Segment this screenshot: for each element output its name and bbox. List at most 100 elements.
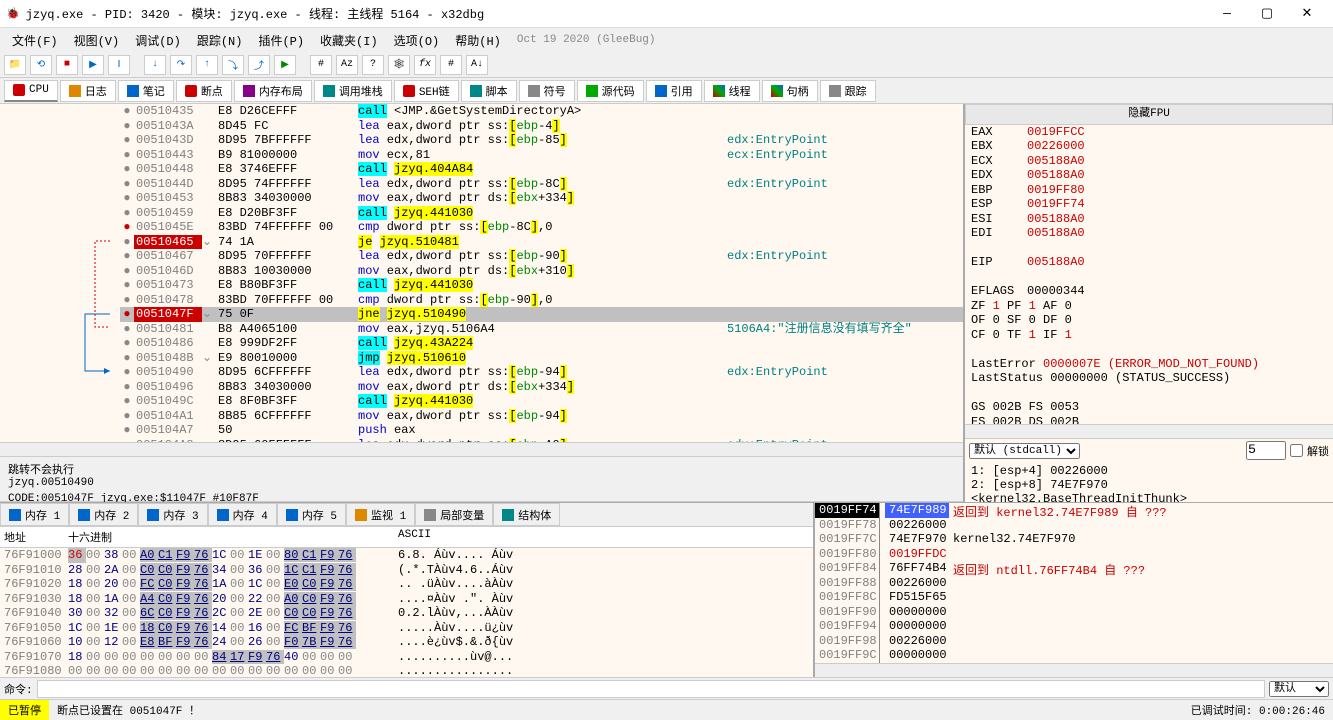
reg-ESI[interactable]: ESI005188A0	[965, 212, 1333, 227]
stack-row[interactable]: 0019FF800019FFDC	[815, 547, 1333, 562]
breakpoint-dot[interactable]: ●	[120, 293, 134, 308]
trace-over-button[interactable]: ⤴	[248, 55, 270, 75]
disasm-row[interactable]: ●0051048B⌄E9 80010000jmp jzyq.510610	[120, 351, 963, 366]
step-into-button[interactable]: ↓	[144, 55, 166, 75]
tab-笔记[interactable]: 笔记	[118, 80, 174, 102]
menu-view[interactable]: 视图(V)	[66, 30, 128, 51]
breakpoint-dot[interactable]: ●	[120, 380, 134, 395]
disasm-row[interactable]: ●00510448E8 3746EFFFcall jzyq.404A84	[120, 162, 963, 177]
dump-row[interactable]: 76F910501C001E0018C0F97614001600FCBFF976…	[0, 621, 813, 636]
menu-favorites[interactable]: 收藏夹(I)	[312, 30, 386, 51]
close-button[interactable]: ✕	[1287, 6, 1327, 21]
dump-list[interactable]: 76F9100036003800A0C1F9761C001E0080C1F976…	[0, 548, 813, 677]
stack-row[interactable]: 0019FF7474E7F989返回到 kernel32.74E7F989 自 …	[815, 503, 1333, 518]
command-input[interactable]	[37, 680, 1265, 698]
stack-scrollbar[interactable]	[815, 663, 1333, 677]
breakpoint-dot[interactable]: ●	[120, 148, 134, 163]
tool-az[interactable]: Az	[336, 55, 358, 75]
registers-panel[interactable]: 隐藏FPU EAX0019FFCCEBX00226000ECX005188A0 …	[965, 104, 1333, 424]
tab-断点[interactable]: 断点	[176, 80, 232, 102]
tab-脚本[interactable]: 脚本	[461, 80, 517, 102]
regs-header[interactable]: 隐藏FPU	[965, 104, 1333, 125]
dump-row[interactable]: 76F9103018001A00A4C0F97620002200A0C0F976…	[0, 592, 813, 607]
run-to-user-button[interactable]: ▶	[274, 55, 296, 75]
reg-EAX[interactable]: EAX0019FFCC	[965, 125, 1333, 140]
disasm-row[interactable]: ●0051047F⌄75 0Fjne jzyq.510490	[120, 307, 963, 322]
stack-args-list[interactable]: 1: [esp+4] 002260002: [esp+8] 74E7F970 <…	[965, 462, 1333, 502]
stack-row[interactable]: 0019FF9C00000000	[815, 648, 1333, 663]
pause-button[interactable]: ‖	[108, 55, 130, 75]
reg-EDI[interactable]: EDI005188A0	[965, 226, 1333, 241]
disasm-panel[interactable]: ●00510435E8 D26CEFFFcall <JMP.&GetSystem…	[0, 104, 963, 442]
dump-row[interactable]: 76F9108000000000000000000000000000000000…	[0, 664, 813, 677]
breakpoint-dot[interactable]: ●	[120, 278, 134, 293]
menu-file[interactable]: 文件(F)	[4, 30, 66, 51]
breakpoint-dot[interactable]: ●	[120, 394, 134, 409]
stack-arg[interactable]: 2: [esp+8] 74E7F970 <kernel32.BaseThread…	[971, 478, 1327, 502]
stack-row[interactable]: 0019FF9000000000	[815, 605, 1333, 620]
disasm-row[interactable]: ●0051044D8D95 74FFFFFFlea edx,dword ptr …	[120, 177, 963, 192]
breakpoint-dot[interactable]: ●	[120, 191, 134, 206]
breakpoint-dot[interactable]: ●	[120, 249, 134, 264]
disasm-row[interactable]: ●0051046D8B83 10030000mov eax,dword ptr …	[120, 264, 963, 279]
tab-线程[interactable]: 线程	[704, 80, 760, 102]
trace-into-button[interactable]: ⤵	[222, 55, 244, 75]
disasm-row[interactable]: ●005104A750push eax	[120, 423, 963, 438]
tab-源代码[interactable]: 源代码	[577, 80, 644, 102]
dump-tab-4[interactable]: 内存 5	[277, 503, 346, 526]
breakpoint-dot[interactable]: ●	[120, 409, 134, 424]
breakpoint-dot[interactable]: ●	[120, 307, 134, 322]
tool-fx[interactable]: fx	[414, 55, 436, 75]
minimize-button[interactable]: —	[1207, 6, 1247, 21]
breakpoint-dot[interactable]: ●	[120, 162, 134, 177]
breakpoint-dot[interactable]: ●	[120, 206, 134, 221]
maximize-button[interactable]: ▢	[1247, 6, 1287, 21]
dump-tab-6[interactable]: 局部变量	[415, 503, 493, 526]
disasm-row[interactable]: ●0051049CE8 8F0BF3FFcall jzyq.441030	[120, 394, 963, 409]
dump-row[interactable]: 76F91040300032006CC0F9762C002E00C0C0F976…	[0, 606, 813, 621]
menu-options[interactable]: 选项(O)	[386, 30, 448, 51]
breakpoint-dot[interactable]: ●	[120, 365, 134, 380]
tab-符号[interactable]: 符号	[519, 80, 575, 102]
dump-tab-5[interactable]: 监视 1	[346, 503, 415, 526]
run-button[interactable]: ▶	[82, 55, 104, 75]
dump-row[interactable]: 76F9107018000000000000008417F97640000000…	[0, 650, 813, 665]
dump-tab-3[interactable]: 内存 4	[208, 503, 277, 526]
reg-ECX[interactable]: ECX005188A0	[965, 154, 1333, 169]
tab-SEH链[interactable]: SEH链	[394, 80, 459, 102]
menu-plugins[interactable]: 插件(P)	[250, 30, 312, 51]
disasm-row[interactable]: ●0051043D8D95 7BFFFFFFlea edx,dword ptr …	[120, 133, 963, 148]
calling-convention-select[interactable]: 默认 (stdcall)	[969, 443, 1080, 459]
reg-EBP[interactable]: EBP0019FF80	[965, 183, 1333, 198]
breakpoint-dot[interactable]: ●	[120, 264, 134, 279]
dump-row[interactable]: 76F9100036003800A0C1F9761C001E0080C1F976…	[0, 548, 813, 563]
stop-button[interactable]: ■	[56, 55, 78, 75]
tool-hash[interactable]: #	[310, 55, 332, 75]
disasm-row[interactable]: ●00510486E8 999DF2FFcall jzyq.43A224	[120, 336, 963, 351]
dump-tab-7[interactable]: 结构体	[493, 503, 560, 526]
tab-句柄[interactable]: 句柄	[762, 80, 818, 102]
stack-row[interactable]: 0019FF9400000000	[815, 619, 1333, 634]
dump-row[interactable]: 76F9101028002A00C0C0F976340036001CC1F976…	[0, 563, 813, 578]
stack-row[interactable]: 0019FF9800226000	[815, 634, 1333, 649]
open-button[interactable]: 📁	[4, 55, 26, 75]
disasm-row[interactable]: ●00510459E8 D20BF3FFcall jzyq.441030	[120, 206, 963, 221]
tool-num[interactable]: #	[440, 55, 462, 75]
tab-引用[interactable]: 引用	[646, 80, 702, 102]
stack-row[interactable]: 0019FF8800226000	[815, 576, 1333, 591]
arg-count-input[interactable]	[1246, 441, 1286, 460]
dump-tab-2[interactable]: 内存 3	[138, 503, 207, 526]
disasm-row[interactable]: ●005104A18B85 6CFFFFFFmov eax,dword ptr …	[120, 409, 963, 424]
menu-help[interactable]: 帮助(H)	[447, 30, 509, 51]
breakpoint-dot[interactable]: ●	[120, 220, 134, 235]
disasm-row[interactable]: ●00510435E8 D26CEFFFcall <JMP.&GetSystem…	[120, 104, 963, 119]
disasm-row[interactable]: ●0051045E83BD 74FFFFFF 00cmp dword ptr s…	[120, 220, 963, 235]
breakpoint-dot[interactable]: ●	[120, 104, 134, 119]
reg-EDX[interactable]: EDX005188A0	[965, 168, 1333, 183]
menu-trace[interactable]: 跟踪(N)	[189, 30, 251, 51]
stack-list[interactable]: 0019FF7474E7F989返回到 kernel32.74E7F989 自 …	[815, 503, 1333, 663]
reg-EFLAGS[interactable]: EFLAGS00000344	[965, 284, 1333, 299]
breakpoint-dot[interactable]: ●	[120, 235, 134, 250]
step-over-button[interactable]: ↷	[170, 55, 192, 75]
disasm-row[interactable]: ●0051043A8D45 FClea eax,dword ptr ss:[eb…	[120, 119, 963, 134]
